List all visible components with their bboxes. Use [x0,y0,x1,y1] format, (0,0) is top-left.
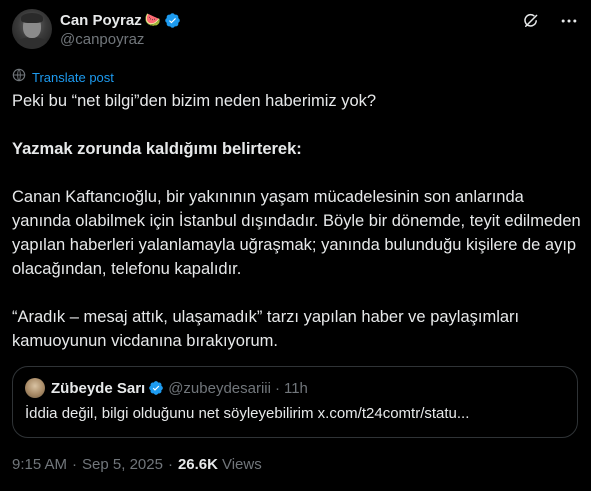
views-count: 26.6K [177,456,218,473]
quoted-tweet-text: İddia değil, bilgi olduğunu net söyleyeb… [25,405,470,422]
quoted-author-avatar [25,378,45,398]
watermelon-emoji: 🍉 [144,12,161,27]
quoted-tweet[interactable]: Zübeyde Sarı @zubeydesariii · 11h İddia … [12,366,578,438]
avatar-hair [21,13,43,23]
translate-post-link[interactable]: Translate post [12,68,114,87]
translate-icon [12,68,26,87]
more-options-icon[interactable] [559,11,579,31]
quoted-tweet-time: 11h [283,379,308,397]
author-avatar[interactable] [12,9,52,49]
translate-label[interactable]: Translate post [32,70,114,85]
tweet-meta: 9:15 AM · Sep 5, 2025 · 26.6K Views [12,456,262,473]
grok-icon[interactable] [521,11,541,31]
verified-badge-icon [148,380,164,396]
author-display-name[interactable]: Can Poyraz [60,12,142,29]
tweet-paragraph: “Aradık – mesaj attık, ulaşamadık” tarzı… [12,308,520,350]
header-actions [521,11,579,31]
views-label: Views [221,456,262,473]
tweet-paragraph: Canan Kaftancıoğlu, bir yakınının yaşam … [12,188,581,278]
quoted-tweet-header: Zübeyde Sarı @zubeydesariii · 11h [25,378,565,398]
avatar-body [14,37,50,49]
author-names: Can Poyraz 🍉 @canpoyraz [60,10,181,48]
tweet-text: Peki bu “net bilgi”den bizim neden haber… [12,89,582,353]
verified-badge-icon [164,12,181,29]
quoted-author-handle: @zubeydesariii [168,379,271,397]
tweet-date[interactable]: Sep 5, 2025 [82,456,163,473]
tweet-paragraph: Yazmak zorunda kaldığımı belirterek: [12,140,302,158]
separator-dot: · [274,379,280,397]
author-handle[interactable]: @canpoyraz [60,31,181,48]
quoted-author-name: Zübeyde Sarı [51,379,146,397]
separator-dot: · [167,456,173,473]
author-name-row: Can Poyraz 🍉 [60,10,181,30]
tweet-header: Can Poyraz 🍉 @canpoyraz [12,9,579,53]
tweet-paragraph: Peki bu “net bilgi”den bizim neden haber… [12,92,377,110]
tweet-time[interactable]: 9:15 AM [12,456,67,473]
separator-dot: · [72,456,78,473]
